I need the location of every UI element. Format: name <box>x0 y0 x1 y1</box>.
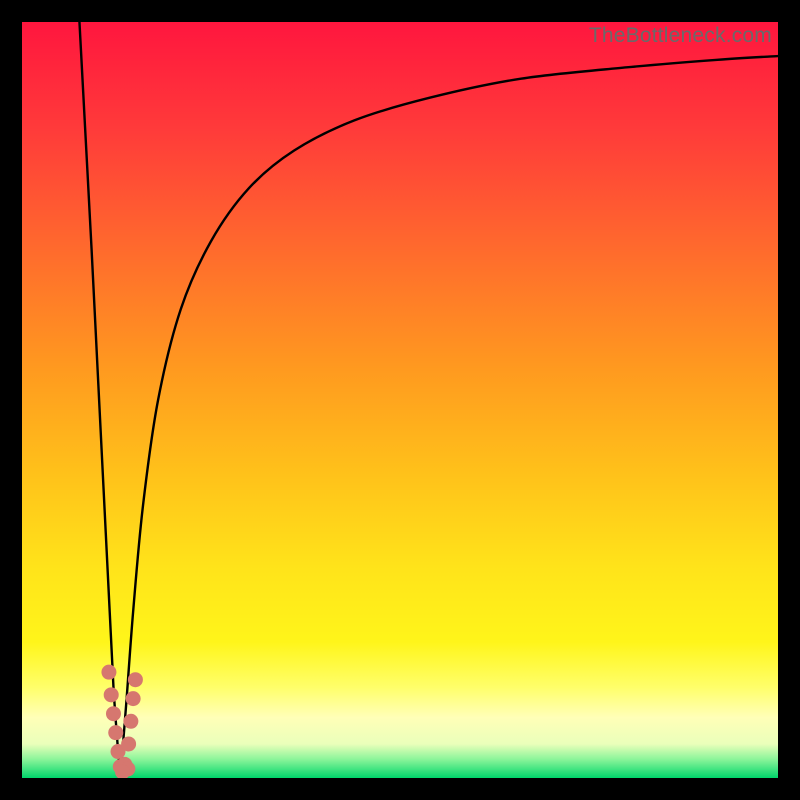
scatter-dot <box>126 691 141 706</box>
chart-svg <box>22 22 778 778</box>
scatter-dot <box>106 706 121 721</box>
scatter-dot <box>108 725 123 740</box>
scatter-dot <box>128 672 143 687</box>
watermark-label: TheBottleneck.com <box>589 24 772 48</box>
chart-frame: TheBottleneck.com <box>0 0 800 800</box>
scatter-dot <box>104 687 119 702</box>
scatter-dot <box>121 736 136 751</box>
plot-area: TheBottleneck.com <box>22 22 778 778</box>
scatter-dot <box>123 714 138 729</box>
gradient-background <box>22 22 778 778</box>
scatter-dot <box>101 665 116 680</box>
